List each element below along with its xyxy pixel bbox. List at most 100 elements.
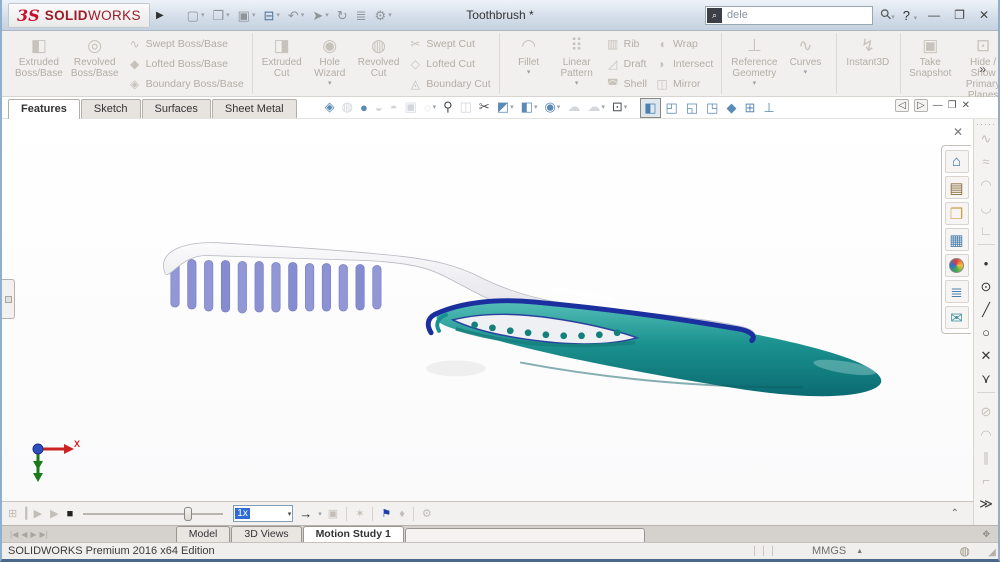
dropdown-arrow-icon[interactable]: ▾: [252, 11, 256, 19]
view-3d-drag[interactable]: ⊥: [760, 99, 777, 117]
play[interactable]: ▶: [50, 507, 58, 520]
dropdown-arrow-icon[interactable]: ▾: [624, 103, 628, 111]
revolved-boss-base[interactable]: ◎ Revolved Boss/Base ▾: [67, 34, 123, 93]
corner-rectangle[interactable]: ∟: [974, 219, 998, 242]
magnified-selection[interactable]: ⚲ ▾: [440, 98, 456, 116]
style-spline[interactable]: ∿: [974, 127, 998, 150]
display-style[interactable]: ◧ ▾: [518, 98, 541, 116]
menu-flyout-arrow[interactable]: ▶: [156, 10, 164, 21]
tab-model[interactable]: Model: [175, 526, 231, 542]
dropdown-arrow-icon[interactable]: ▾: [601, 103, 605, 111]
dropdown-arrow-icon[interactable]: ▾: [510, 103, 514, 111]
search-scope-icon[interactable]: ⌕: [707, 7, 723, 23]
motion-study-properties[interactable]: ⚙: [422, 507, 432, 520]
undo[interactable]: ↶ ▾: [285, 7, 307, 24]
calculate[interactable]: ⊞: [8, 507, 17, 520]
draft[interactable]: ◿ Draft: [603, 54, 650, 73]
revolved-cut[interactable]: ◍ Revolved Cut ▾: [354, 34, 404, 93]
shell[interactable]: ◚ Shell: [603, 74, 650, 93]
circle[interactable]: ○: [974, 321, 998, 344]
dropdown-arrow-icon[interactable]: ▾: [527, 68, 531, 76]
save-animation[interactable]: ▣: [328, 507, 338, 520]
slider-thumb[interactable]: [184, 506, 193, 521]
solidworks-forum[interactable]: ✉: [944, 306, 969, 329]
hole-wizard[interactable]: ◉ Hole Wizard ▾: [306, 34, 354, 93]
dropdown-arrow-icon[interactable]: ▾: [201, 11, 205, 19]
extend-entities[interactable]: ⋎: [974, 367, 998, 390]
scroll-first[interactable]: |◀: [10, 530, 18, 539]
linear-pattern[interactable]: ⠿ Linear Pattern ▾: [553, 34, 601, 93]
minimize-button[interactable]: —: [925, 8, 943, 22]
section-box[interactable]: ▣ ▾: [402, 98, 420, 116]
scroll-next[interactable]: ▶: [30, 530, 36, 539]
timeline-slider[interactable]: [83, 506, 224, 521]
appearances-scenes[interactable]: [944, 254, 969, 277]
dropdown-arrow-icon[interactable]: ▾: [753, 79, 757, 87]
filter-driving[interactable]: ♦: [399, 508, 405, 520]
dropdown-arrow-icon[interactable]: ▾: [557, 103, 561, 111]
tab-sketch[interactable]: Sketch: [80, 99, 141, 118]
select[interactable]: ➤ ▾: [309, 7, 331, 24]
line[interactable]: ╱: [974, 298, 998, 321]
file-properties[interactable]: ≣ ▾: [353, 7, 370, 24]
zoom-lens[interactable]: ◌ ▾: [421, 99, 439, 116]
mirror-entities[interactable]: ∥: [974, 446, 998, 469]
lofted-boss-base[interactable]: ◆ Lofted Boss/Base: [125, 54, 247, 73]
more-tools[interactable]: ≫: [974, 492, 998, 515]
new-file[interactable]: ▢ ▾: [184, 7, 208, 24]
view-four-pane[interactable]: ⊞: [741, 99, 758, 117]
curves[interactable]: ∿ Curves ▾: [781, 34, 829, 93]
pane-splitter-icon[interactable]: ✥: [982, 529, 990, 540]
pan[interactable]: ◫ ▾: [457, 98, 475, 116]
spline[interactable]: ≈: [974, 150, 998, 173]
status-tag-icon[interactable]: ◍: [960, 544, 970, 558]
rib[interactable]: ▥ Rib: [603, 34, 650, 53]
boundary-cut[interactable]: ◬ Boundary Cut: [405, 74, 493, 93]
apply-scene[interactable]: ◩ ▾: [494, 98, 517, 116]
dropdown-arrow-icon[interactable]: ▾: [575, 79, 579, 87]
annotation-view[interactable]: ◓ ▾: [387, 99, 401, 116]
save-file[interactable]: ▣ ▾: [235, 7, 259, 24]
close-button[interactable]: ✕: [976, 8, 992, 22]
view-isometric[interactable]: ◆: [723, 99, 739, 117]
convert-entities[interactable]: ◠: [974, 423, 998, 446]
wrap[interactable]: ◖ Wrap: [652, 34, 716, 53]
filter-animated[interactable]: ⚑: [381, 507, 391, 520]
doc-next-window[interactable]: ▷: [913, 99, 928, 112]
task-pane-close-icon[interactable]: ✕: [953, 125, 963, 139]
hide-show-items[interactable]: ◉ ▾: [541, 98, 563, 116]
units-selector[interactable]: MMGS ▲: [812, 545, 863, 557]
doc-prev-window[interactable]: ◁: [895, 99, 909, 112]
tab-features[interactable]: Features: [8, 99, 80, 119]
doc-close[interactable]: ✕: [962, 100, 970, 111]
design-library[interactable]: ▤: [944, 176, 969, 199]
search-button[interactable]: ⚲▾: [877, 5, 896, 24]
perspective[interactable]: ☁ ▾: [584, 98, 608, 116]
view-shaded-cube[interactable]: ◧: [640, 98, 661, 118]
extruded-cut[interactable]: ◨ Extruded Cut ▾: [258, 34, 306, 93]
centerpoint-arc[interactable]: ◠: [974, 173, 998, 196]
search-box[interactable]: ⌕ dele: [705, 5, 874, 25]
boundary-boss-base[interactable]: ◈ Boundary Boss/Base: [125, 74, 247, 93]
ribbon-overflow-button[interactable]: »: [977, 62, 994, 76]
dropdown-arrow-icon[interactable]: ▾: [276, 11, 280, 19]
view-top[interactable]: ◳: [703, 99, 721, 117]
tangent-arc[interactable]: ◡: [974, 196, 998, 219]
motion-manager-collapse-button[interactable]: ⌃: [951, 508, 959, 519]
dropdown-arrow-icon[interactable]: ▾: [388, 11, 392, 19]
rebuild[interactable]: ↻ ▾: [334, 7, 351, 24]
dropdown-arrow-icon[interactable]: ▾: [804, 68, 808, 76]
swept-boss-base[interactable]: ∿ Swept Boss/Base: [125, 34, 247, 53]
print[interactable]: ⊟ ▾: [260, 7, 282, 24]
dropdown-arrow-icon[interactable]: ▾: [288, 510, 292, 518]
zoom-to-fit[interactable]: ◈ ▾: [322, 98, 338, 116]
view-left[interactable]: ◱: [683, 99, 701, 117]
playback-mode-dropdown[interactable]: ▾: [318, 510, 322, 518]
view-palette[interactable]: ▦: [944, 228, 969, 251]
tab-motion-study-1[interactable]: Motion Study 1: [302, 526, 404, 542]
toothbrush-model[interactable]: [2, 119, 973, 501]
open-file[interactable]: ❒ ▾: [209, 7, 232, 24]
sketch-corner[interactable]: ⌐: [974, 469, 998, 492]
help-button[interactable]: ? ▾: [903, 8, 917, 23]
doc-restore[interactable]: ❐: [948, 100, 957, 111]
